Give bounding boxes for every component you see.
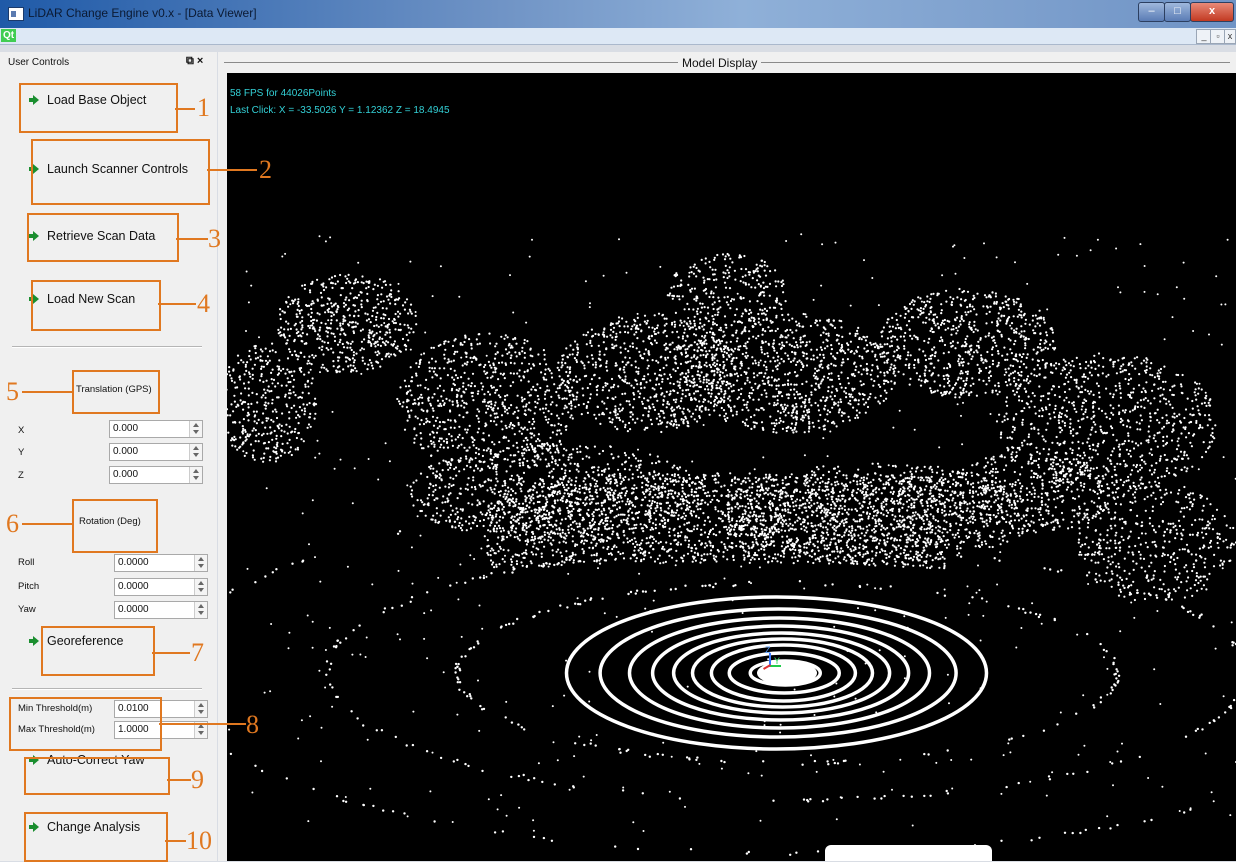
last-click-readout: Last Click: X = -33.5026 Y = 1.12362 Z =… xyxy=(230,105,450,116)
mdi-close-button[interactable]: x xyxy=(1224,29,1236,44)
annotation-box-7 xyxy=(41,626,155,676)
roll-spinbox[interactable]: 0.0000 xyxy=(114,554,208,572)
annotation-number-3: 3 xyxy=(208,226,221,252)
dock-controls[interactable]: ⧉ × xyxy=(186,55,203,68)
annotation-line-1 xyxy=(175,108,195,110)
spin-arrows-icon[interactable] xyxy=(194,555,207,571)
annotation-number-7: 7 xyxy=(191,640,204,666)
roll-label: Roll xyxy=(18,557,34,568)
annotation-line-6 xyxy=(22,523,72,525)
spin-arrows-icon[interactable] xyxy=(189,421,202,437)
annotation-line-8 xyxy=(159,723,246,725)
annotation-line-10 xyxy=(165,840,186,842)
separator xyxy=(12,346,202,348)
translation-y-spinbox[interactable]: 0.000 xyxy=(109,443,203,461)
annotation-box-4 xyxy=(31,280,161,331)
annotation-number-9: 9 xyxy=(191,767,204,793)
annotation-number-1: 1 xyxy=(197,95,210,121)
spin-arrows-icon[interactable] xyxy=(189,467,202,483)
yaw-label: Yaw xyxy=(18,604,36,615)
annotation-line-5 xyxy=(22,391,72,393)
axis-gizmo-icon: Z Y xyxy=(759,651,783,677)
panel-header: User Controls ⧉ × xyxy=(0,52,217,70)
window-title: LiDAR Change Engine v0.x - [Data Viewer] xyxy=(28,6,257,20)
point-cloud-canvas[interactable] xyxy=(227,73,1236,861)
annotation-box-6 xyxy=(72,499,158,553)
translation-y-label: Y xyxy=(18,447,24,458)
model-display-title: Model Display xyxy=(678,56,761,70)
annotation-box-1 xyxy=(19,83,178,133)
window-title-bar: LiDAR Change Engine v0.x - [Data Viewer]… xyxy=(0,0,1236,28)
point-cloud-viewport[interactable]: 58 FPS for 44026Points Last Click: X = -… xyxy=(227,73,1236,861)
annotation-box-10 xyxy=(24,812,168,862)
annotation-box-9 xyxy=(24,757,170,795)
translation-z-spinbox[interactable]: 0.000 xyxy=(109,466,203,484)
annotation-number-10: 10 xyxy=(186,828,212,854)
spin-arrows-icon[interactable] xyxy=(189,444,202,460)
panel-title: User Controls xyxy=(8,57,69,68)
annotation-box-5 xyxy=(72,370,160,414)
translation-x-spinbox[interactable]: 0.000 xyxy=(109,420,203,438)
annotation-line-2 xyxy=(207,169,257,171)
pitch-spinbox[interactable]: 0.0000 xyxy=(114,578,208,596)
annotation-line-9 xyxy=(167,779,191,781)
qt-menubar: Qt _ ▫ x xyxy=(0,28,1236,45)
annotation-number-4: 4 xyxy=(197,291,210,317)
annotation-number-5: 5 xyxy=(6,379,19,405)
annotation-line-3 xyxy=(176,238,208,240)
qt-logo-icon: Qt xyxy=(1,29,16,42)
fps-readout: 58 FPS for 44026Points xyxy=(230,88,336,99)
annotation-line-4 xyxy=(158,303,196,305)
yaw-spinbox[interactable]: 0.0000 xyxy=(114,601,208,619)
spin-arrows-icon[interactable] xyxy=(194,602,207,618)
spin-arrows-icon[interactable] xyxy=(194,701,207,717)
annotation-number-6: 6 xyxy=(6,511,19,537)
status-tab xyxy=(825,845,992,861)
annotation-number-8: 8 xyxy=(246,712,259,738)
separator xyxy=(12,688,202,690)
spin-arrows-icon[interactable] xyxy=(194,579,207,595)
annotation-box-8 xyxy=(9,697,162,751)
pitch-label: Pitch xyxy=(18,581,39,592)
translation-z-label: Z xyxy=(18,470,24,481)
annotation-box-3 xyxy=(27,213,179,262)
close-button[interactable]: x xyxy=(1190,2,1234,22)
arrow-right-icon xyxy=(29,636,39,646)
annotation-line-7 xyxy=(152,652,190,654)
translation-x-label: X xyxy=(18,425,24,436)
minimize-button[interactable]: – xyxy=(1138,2,1165,22)
app-icon xyxy=(8,7,24,21)
maximize-button[interactable]: □ xyxy=(1164,2,1191,22)
annotation-number-2: 2 xyxy=(259,157,272,183)
annotation-box-2 xyxy=(31,139,210,205)
